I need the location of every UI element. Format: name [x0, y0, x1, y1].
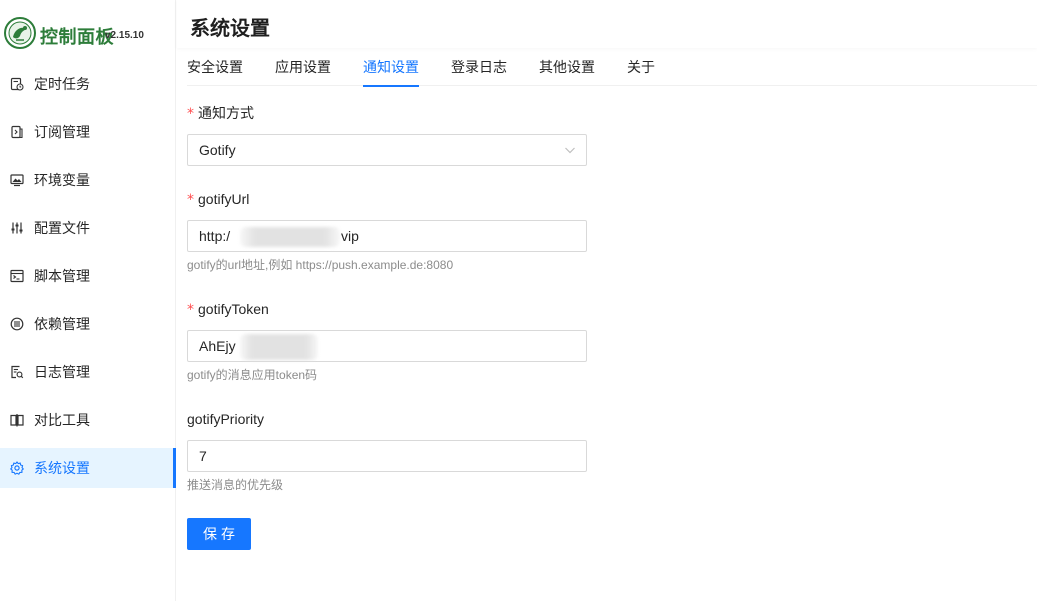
notify-method-field: * 通知方式 Gotify — [187, 102, 587, 166]
schedule-icon — [10, 77, 24, 91]
save-button[interactable]: 保存 — [187, 518, 251, 550]
gotify-url-input[interactable]: http:/ vip — [187, 220, 587, 252]
tab-notification[interactable]: 通知设置 — [363, 50, 419, 87]
required-mark: * — [187, 192, 194, 208]
environment-icon — [10, 173, 24, 187]
tab-security[interactable]: 安全设置 — [187, 50, 243, 86]
sidebar-item-label: 配置文件 — [34, 220, 90, 236]
gotify-priority-help: 推送消息的优先级 — [187, 478, 284, 492]
sidebar-item-label: 对比工具 — [34, 412, 90, 428]
sidebar-menu: 定时任务 订阅管理 环境变量 配置文件 脚本管理 依赖管理 日志管理 对比工具 … — [0, 64, 176, 496]
page-title: 系统设置 — [190, 18, 270, 40]
log-icon — [10, 365, 24, 379]
diff-icon — [10, 413, 24, 427]
sidebar-item-label: 依赖管理 — [34, 316, 90, 332]
tab-application[interactable]: 应用设置 — [275, 50, 331, 86]
chevron-down-icon — [565, 147, 575, 154]
tab-login-log[interactable]: 登录日志 — [451, 50, 507, 86]
gear-icon — [10, 461, 24, 475]
main-content: 系统设置 安全设置 应用设置 通知设置 登录日志 其他设置 关于 * 通知方式 G… — [177, 0, 1037, 601]
gotify-token-label-text: gotifyToken — [198, 301, 269, 317]
sidebar-item-logs[interactable]: 日志管理 — [0, 352, 176, 392]
sidebar-item-dependencies[interactable]: 依赖管理 — [0, 304, 176, 344]
notify-method-value: Gotify — [199, 142, 236, 158]
gotify-token-label: * gotifyToken — [187, 298, 587, 320]
sidebar-item-settings[interactable]: 系统设置 — [0, 448, 176, 488]
sidebar-item-label: 日志管理 — [34, 364, 90, 380]
gotify-priority-field: gotifyPriority 推送消息的优先级 — [187, 408, 587, 495]
redaction-blur — [240, 227, 340, 247]
gotify-url-label-text: gotifyUrl — [198, 191, 250, 207]
required-mark: * — [187, 106, 194, 122]
brand-version: v2.15.10 — [105, 30, 144, 41]
script-icon — [10, 269, 24, 283]
sidebar-item-diff[interactable]: 对比工具 — [0, 400, 176, 440]
sidebar-item-label: 环境变量 — [34, 172, 90, 188]
redaction-blur — [240, 334, 318, 360]
settings-tabs: 安全设置 应用设置 通知设置 登录日志 其他设置 关于 — [187, 50, 1037, 87]
gotify-priority-input[interactable] — [187, 440, 587, 472]
notify-method-label: * 通知方式 — [187, 102, 587, 124]
required-mark: * — [187, 302, 194, 318]
gotify-token-help: gotify的消息应用token码 — [187, 368, 318, 382]
dependency-icon — [10, 317, 24, 331]
tab-about[interactable]: 关于 — [627, 50, 655, 86]
gotify-url-field: * gotifyUrl http:/ vip gotify的url地址,例如 ht… — [187, 188, 587, 275]
notify-method-label-text: 通知方式 — [198, 105, 254, 121]
sidebar-item-scripts[interactable]: 脚本管理 — [0, 256, 176, 296]
gotify-url-value-suffix: vip — [341, 228, 359, 244]
logo-icon — [4, 17, 36, 49]
sidebar: 控制面板 v2.15.10 定时任务 订阅管理 环境变量 配置文件 脚本管理 依… — [0, 0, 176, 601]
notify-method-select[interactable]: Gotify — [187, 134, 587, 166]
sidebar-item-label: 订阅管理 — [34, 124, 90, 140]
gotify-url-label: * gotifyUrl — [187, 188, 587, 210]
gotify-token-field: * gotifyToken AhEjy gotify的消息应用token码 — [187, 298, 587, 385]
gotify-url-value-prefix: http:/ — [199, 228, 231, 244]
sidebar-item-label: 系统设置 — [34, 460, 90, 476]
sidebar-item-label: 定时任务 — [34, 76, 90, 92]
sidebar-item-config[interactable]: 配置文件 — [0, 208, 176, 248]
gotify-token-value-prefix: AhEjy — [199, 338, 236, 354]
brand[interactable]: 控制面板 v2.15.10 — [0, 0, 176, 66]
gotify-token-input[interactable]: AhEjy — [187, 330, 587, 362]
page-header: 系统设置 — [177, 0, 1037, 48]
sidebar-item-subscription[interactable]: 订阅管理 — [0, 112, 176, 152]
brand-name: 控制面板 — [40, 27, 114, 47]
subscription-icon — [10, 125, 24, 139]
sidebar-item-env[interactable]: 环境变量 — [0, 160, 176, 200]
gotify-priority-text[interactable] — [199, 441, 575, 471]
gotify-priority-label: gotifyPriority — [187, 411, 265, 427]
tab-other[interactable]: 其他设置 — [539, 50, 595, 86]
config-icon — [10, 221, 24, 235]
sidebar-item-cron[interactable]: 定时任务 — [0, 64, 176, 104]
gotify-url-help: gotify的url地址,例如 https://push.example.de:… — [187, 258, 454, 272]
sidebar-item-label: 脚本管理 — [34, 268, 90, 284]
